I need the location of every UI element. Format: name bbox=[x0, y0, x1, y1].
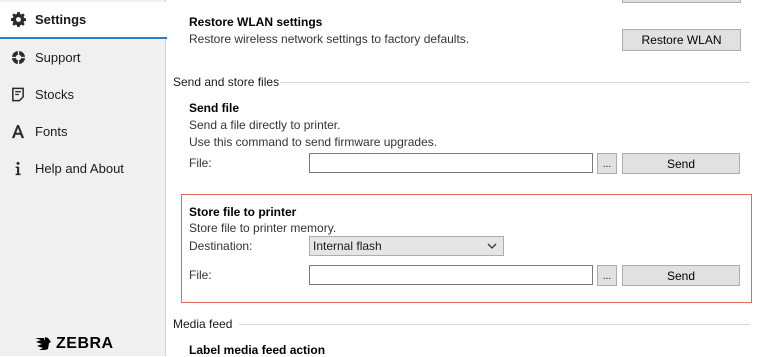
store-file-description: Store file to printer memory. bbox=[189, 221, 337, 235]
stock-label-icon bbox=[10, 87, 26, 103]
gear-icon bbox=[10, 12, 26, 28]
destination-select[interactable]: Internal flash bbox=[309, 236, 504, 256]
sidebar-item-support[interactable]: Support bbox=[0, 39, 166, 76]
section-divider bbox=[280, 82, 750, 83]
destination-select-value: Internal flash bbox=[313, 239, 382, 253]
sidebar-item-label: Stocks bbox=[35, 87, 75, 102]
info-icon bbox=[10, 161, 26, 177]
store-file-label: File: bbox=[189, 268, 212, 282]
restore-wlan-title: Restore WLAN settings bbox=[189, 15, 323, 29]
section-heading-send-store: Send and store files bbox=[173, 75, 280, 89]
settings-panel: Restore WLAN settings Restore wireless n… bbox=[166, 0, 763, 357]
store-file-send-button[interactable]: Send bbox=[622, 265, 740, 286]
sidebar-item-label: Settings bbox=[35, 12, 87, 27]
section-heading-media-feed: Media feed bbox=[173, 317, 233, 331]
sidebar: Settings Support Stocks Fonts Help and A… bbox=[0, 0, 167, 356]
send-file-title: Send file bbox=[189, 101, 240, 115]
destination-label: Destination: bbox=[189, 239, 253, 253]
send-file-send-button[interactable]: Send bbox=[622, 153, 740, 174]
send-file-label: File: bbox=[189, 156, 212, 170]
send-file-description-1: Send a file directly to printer. bbox=[189, 118, 341, 132]
store-file-input[interactable] bbox=[309, 265, 593, 285]
store-file-title: Store file to printer bbox=[189, 205, 297, 219]
zebra-head-icon bbox=[35, 337, 51, 350]
font-a-icon bbox=[10, 124, 26, 140]
sidebar-item-stocks[interactable]: Stocks bbox=[0, 76, 166, 113]
sidebar-item-label: Help and About bbox=[35, 161, 124, 176]
restore-wlan-button[interactable]: Restore WLAN bbox=[622, 29, 741, 51]
zebra-logo: ZEBRA bbox=[33, 334, 114, 354]
label-media-feed-title: Label media feed action bbox=[189, 343, 326, 357]
send-file-description-2: Use this command to send firmware upgrad… bbox=[189, 135, 438, 149]
sidebar-item-label: Fonts bbox=[35, 124, 68, 139]
sidebar-item-help-and-about[interactable]: Help and About bbox=[0, 150, 166, 187]
chevron-down-icon bbox=[487, 243, 497, 249]
send-file-browse-button[interactable]: ... bbox=[597, 153, 617, 174]
send-file-input[interactable] bbox=[309, 153, 593, 173]
lifebuoy-icon bbox=[10, 50, 26, 66]
sidebar-item-settings[interactable]: Settings bbox=[0, 2, 167, 39]
section-divider bbox=[239, 324, 750, 325]
store-file-browse-button[interactable]: ... bbox=[597, 265, 617, 286]
sidebar-item-label: Support bbox=[35, 50, 81, 65]
restore-wlan-description: Restore wireless network settings to fac… bbox=[189, 32, 470, 46]
sidebar-item-fonts[interactable]: Fonts bbox=[0, 113, 166, 150]
previous-action-button[interactable] bbox=[622, 0, 741, 3]
